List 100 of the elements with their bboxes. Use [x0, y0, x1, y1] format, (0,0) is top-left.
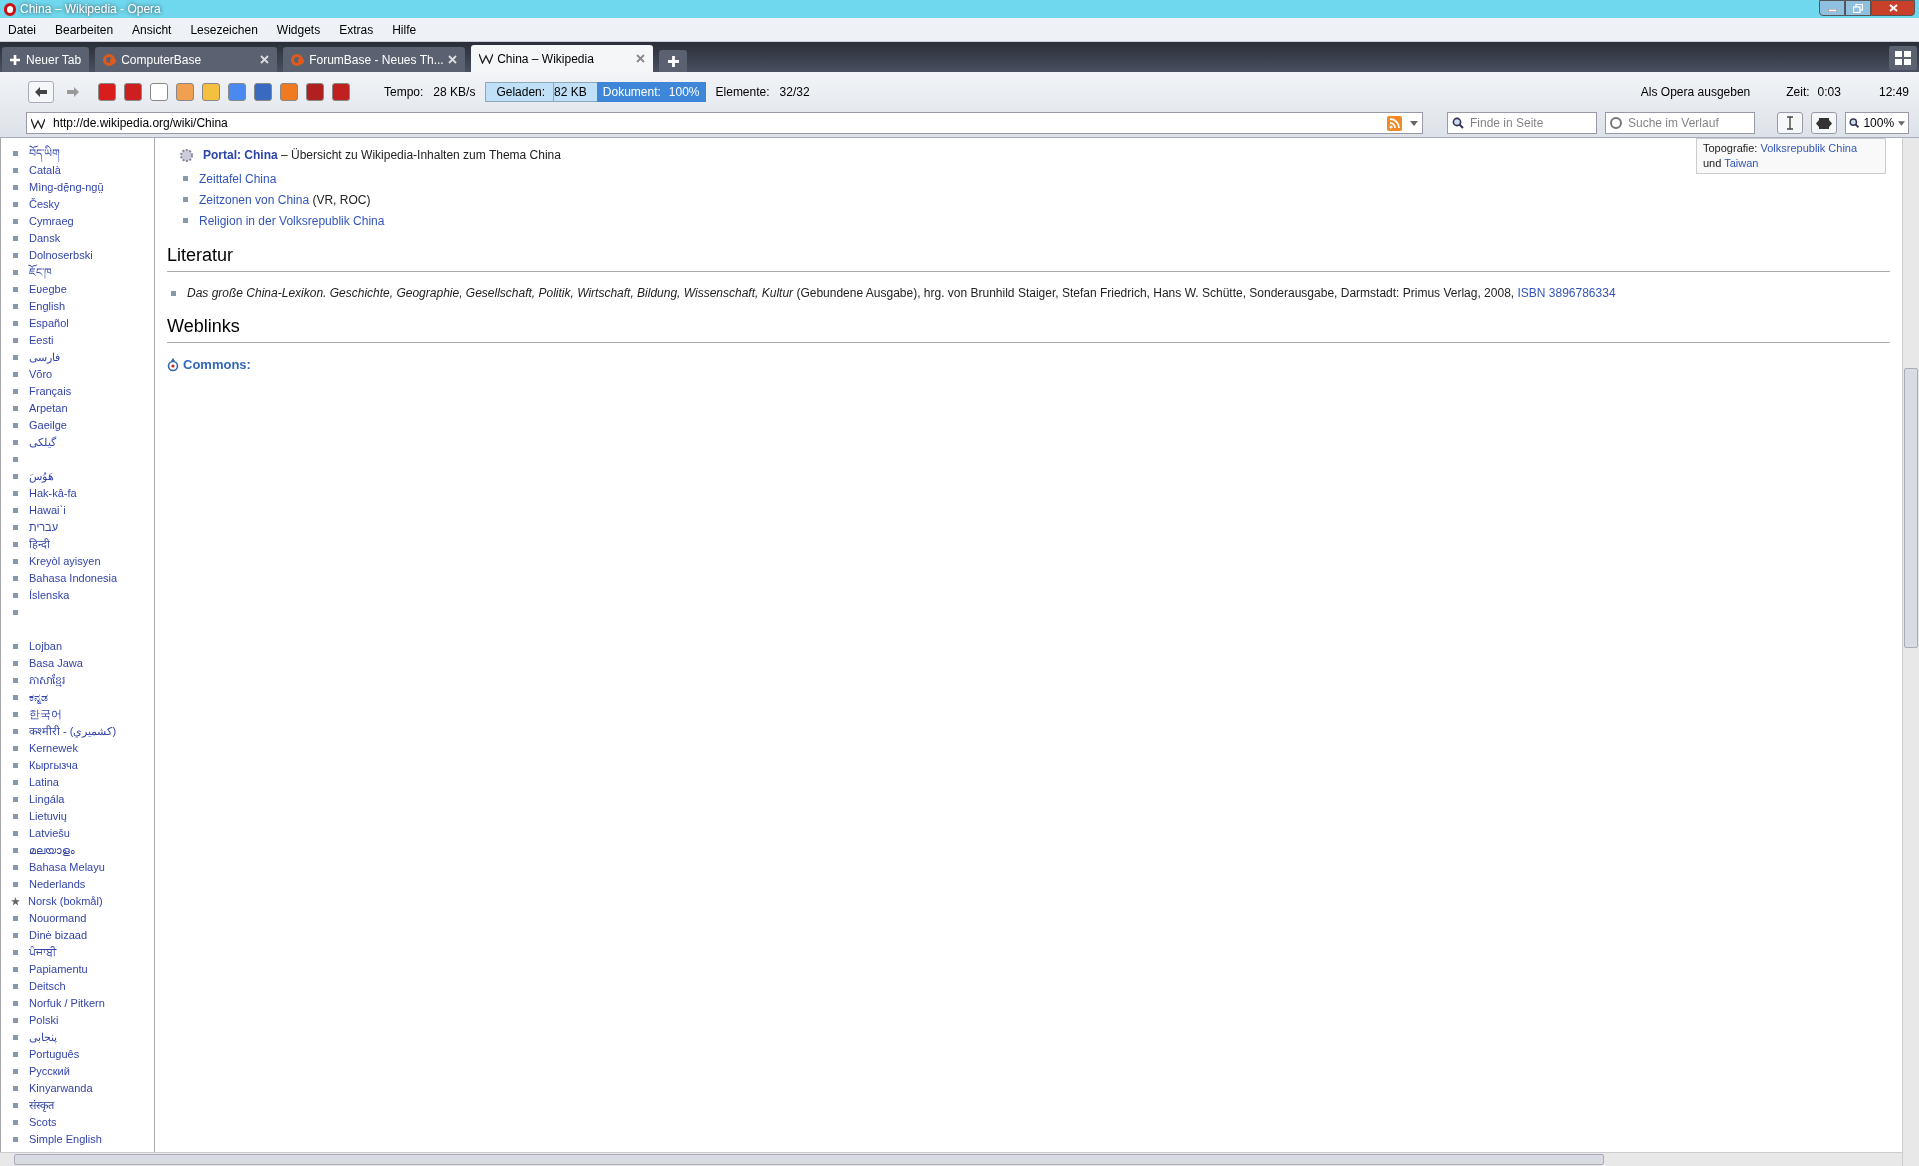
language-link[interactable]: English: [29, 301, 66, 312]
language-link[interactable]: Papiamentu: [29, 964, 88, 975]
menu-item[interactable]: Extras: [339, 20, 374, 39]
menu-item[interactable]: Bearbeiten: [55, 20, 114, 39]
zoom-field[interactable]: 100%: [1845, 112, 1909, 134]
browser-tab[interactable]: China – Wikipedia: [471, 45, 654, 72]
language-link[interactable]: Česky: [29, 199, 60, 210]
vertical-scrollbar[interactable]: [1902, 138, 1919, 1166]
language-link[interactable]: Latina: [29, 777, 59, 788]
language-link[interactable]: هَوُسَ: [29, 471, 54, 482]
language-link[interactable]: ಕನ್ನಡ: [29, 692, 48, 703]
language-link[interactable]: Kreyòl ayisyen: [29, 556, 101, 567]
scrollbar-thumb[interactable]: [14, 1154, 1604, 1165]
infobox-link[interactable]: Taiwan: [1724, 157, 1759, 169]
bookmark-icon[interactable]: [332, 83, 350, 101]
new-tab-button[interactable]: Neuer Tab: [2, 47, 90, 72]
article-link[interactable]: Religion in der Volksrepublik China: [199, 211, 385, 230]
language-link[interactable]: Hak-kâ-fa: [29, 488, 77, 499]
bookmark-icon[interactable]: [124, 83, 142, 101]
restore-button[interactable]: [1845, 0, 1871, 16]
language-link[interactable]: ਪੰਜਾਬੀ: [29, 947, 56, 958]
tab-grid-button[interactable]: [1889, 46, 1917, 70]
back-button[interactable]: [28, 81, 54, 103]
language-link[interactable]: Lietuvių: [29, 811, 67, 822]
language-link[interactable]: Nouormand: [29, 913, 87, 924]
language-link[interactable]: Dolnoserbski: [29, 250, 93, 261]
close-button[interactable]: [1871, 0, 1915, 16]
language-link[interactable]: Cymraeg: [29, 216, 74, 227]
language-link[interactable]: Polski: [29, 1015, 59, 1026]
close-icon[interactable]: [636, 54, 646, 63]
edit-button[interactable]: [1777, 112, 1803, 134]
bookmark-icon[interactable]: [280, 83, 298, 101]
language-link[interactable]: Русский: [29, 1066, 70, 1077]
language-link[interactable]: Eʋegbe: [29, 284, 67, 295]
language-link[interactable]: Gaeilge: [29, 420, 67, 431]
language-link[interactable]: Arpetan: [29, 403, 68, 414]
language-link[interactable]: Català: [29, 165, 61, 176]
language-link[interactable]: संस्कृत: [29, 1100, 54, 1111]
language-link[interactable]: עברית: [29, 522, 59, 533]
add-tab-button[interactable]: [659, 50, 688, 72]
language-link[interactable]: Bahasa Melayu: [29, 862, 105, 873]
language-link[interactable]: Eesti: [29, 335, 54, 346]
bookmark-icon[interactable]: [150, 83, 168, 101]
language-link[interactable]: Français: [29, 386, 72, 397]
bookmark-icon[interactable]: [228, 83, 246, 101]
language-link[interactable]: Hawai`i: [29, 505, 66, 516]
language-link[interactable]: Kernewek: [29, 743, 78, 754]
language-link[interactable]: Deitsch: [29, 981, 66, 992]
article-link[interactable]: Zeitzonen von China: [199, 192, 310, 207]
language-link[interactable]: Lingála: [29, 794, 65, 805]
language-link[interactable]: कश्मीरी - (كشميري): [29, 726, 117, 737]
dropdown-icon[interactable]: [1898, 120, 1905, 126]
language-link[interactable]: Norsk (bokmål): [28, 896, 103, 907]
dropdown-icon[interactable]: [1410, 120, 1418, 126]
bookmark-icon[interactable]: [254, 83, 272, 101]
browser-tab[interactable]: ForumBase - Neues Th...: [283, 47, 466, 72]
language-link[interactable]: Кыргызча: [29, 760, 78, 771]
language-link[interactable]: Mìng-dĕ̤ng-ngṳ̄: [29, 182, 104, 193]
language-link[interactable]: Basa Jawa: [29, 658, 83, 669]
language-link[interactable]: Norfuk / Pitkern: [29, 998, 105, 1009]
language-link[interactable]: Íslenska: [29, 590, 70, 601]
find-field[interactable]: Finde in Seite: [1447, 112, 1597, 134]
bookmark-icon[interactable]: [98, 83, 116, 101]
menu-item[interactable]: Hilfe: [392, 20, 417, 39]
language-link[interactable]: Kinyarwanda: [29, 1083, 93, 1094]
menu-item[interactable]: Ansicht: [132, 20, 172, 39]
language-link[interactable]: گیلکی: [29, 437, 56, 448]
scrollbar-thumb[interactable]: [1904, 368, 1918, 648]
horizontal-scrollbar[interactable]: [0, 1152, 1902, 1166]
minimize-button[interactable]: [1819, 0, 1845, 16]
bookmark-icon[interactable]: [202, 83, 220, 101]
language-link[interactable]: Dinė bizaad: [29, 930, 88, 941]
language-link[interactable]: Nederlands: [29, 879, 86, 890]
language-link[interactable]: ភាសាខ្មែរ: [29, 675, 65, 686]
language-link[interactable]: हिन्दी: [29, 539, 50, 550]
isbn-link[interactable]: ISBN 3896786334: [1517, 286, 1616, 300]
language-link[interactable]: Lojban: [29, 641, 63, 652]
bookmark-icon[interactable]: [176, 83, 194, 101]
rss-feed-icon[interactable]: [1387, 115, 1402, 131]
language-link[interactable]: Latviešu: [29, 828, 70, 839]
menu-item[interactable]: Widgets: [276, 20, 321, 39]
language-link[interactable]: Español: [29, 318, 69, 329]
language-link[interactable]: Dansk: [29, 233, 61, 244]
history-search-field[interactable]: Suche im Verlauf: [1605, 112, 1755, 134]
portal-link[interactable]: Portal: China: [203, 148, 278, 162]
address-field[interactable]: http://de.wikipedia.org/wiki/China: [26, 112, 1423, 134]
menu-item[interactable]: Lesezeichen: [190, 20, 258, 39]
language-link[interactable]: پنجابی: [29, 1032, 57, 1043]
bookmark-icon[interactable]: [306, 83, 324, 101]
language-link[interactable]: മലയാളം: [29, 845, 75, 856]
infobox-link[interactable]: Volksrepublik China: [1760, 142, 1858, 154]
browser-tab[interactable]: ComputerBase: [95, 47, 278, 72]
language-link[interactable]: Scots: [29, 1117, 57, 1128]
language-link[interactable]: 한국어: [29, 709, 62, 720]
language-link[interactable]: Bahasa Indonesia: [29, 573, 118, 584]
menu-item[interactable]: Datei: [8, 20, 36, 39]
language-link[interactable]: Português: [29, 1049, 80, 1060]
commons-link[interactable]: Commons:: [183, 355, 251, 375]
language-link[interactable]: Simple English: [29, 1134, 102, 1145]
media-button[interactable]: [1811, 112, 1837, 134]
